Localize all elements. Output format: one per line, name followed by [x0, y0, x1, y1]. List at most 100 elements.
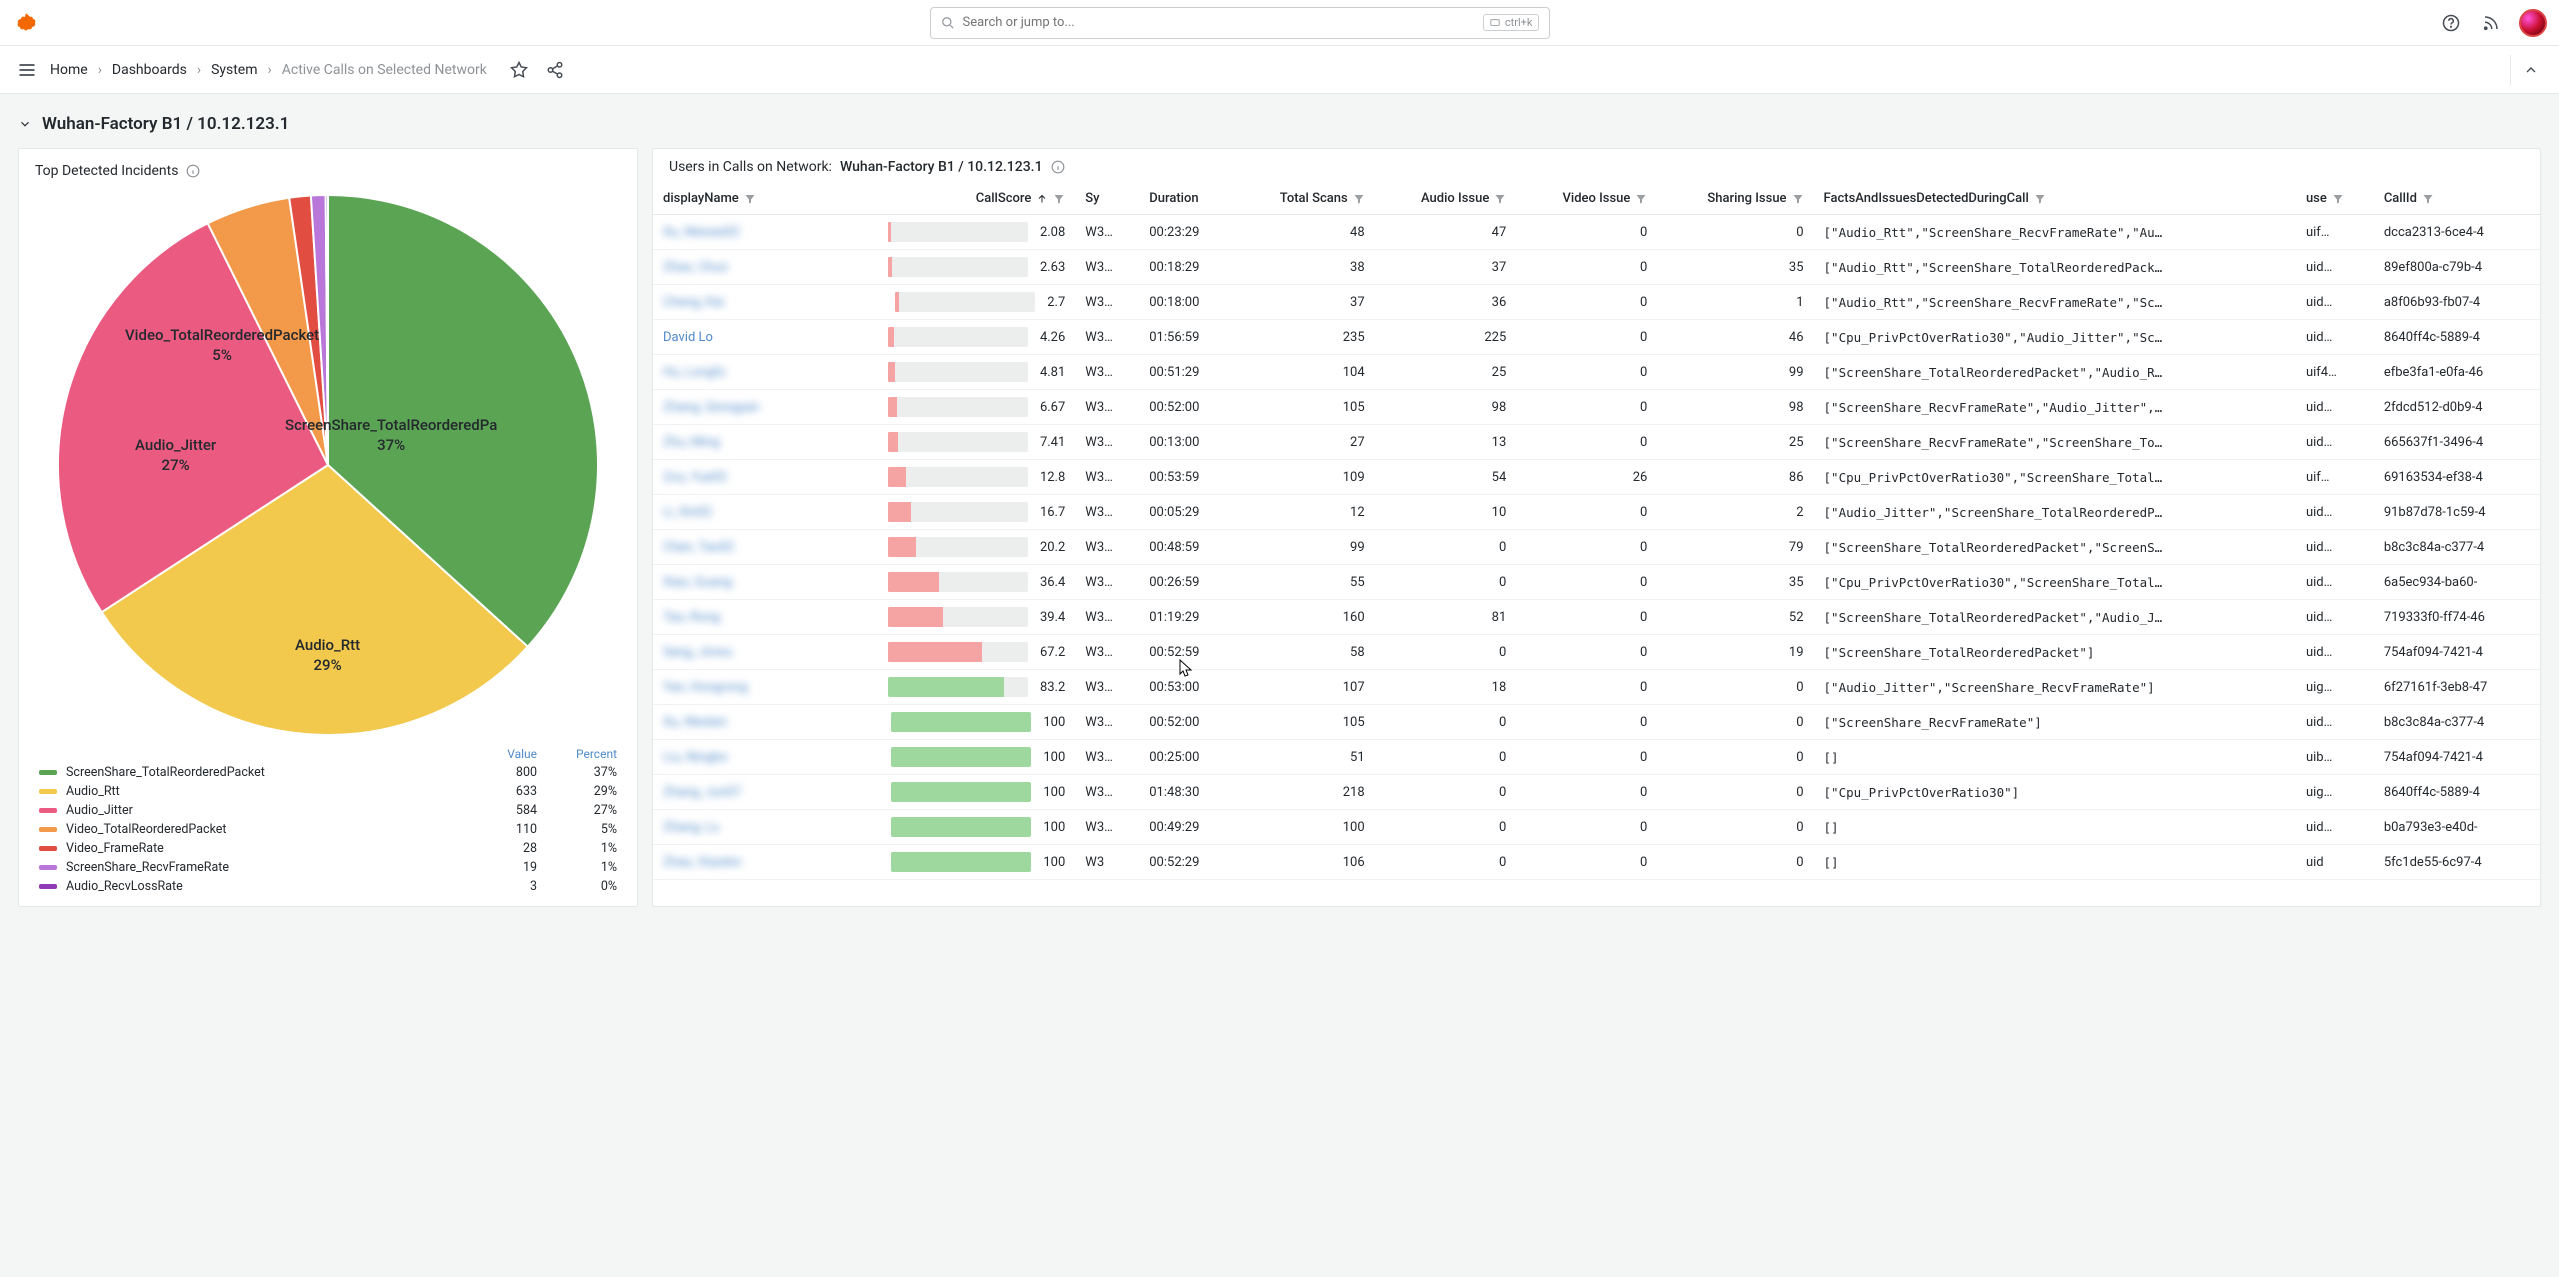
score-bar	[888, 607, 1028, 627]
col-facts[interactable]: FactsAndIssuesDetectedDuringCall	[1814, 183, 2296, 215]
user-avatar[interactable]	[2519, 9, 2547, 37]
user-name[interactable]: Zou, Yue02	[663, 470, 727, 485]
user-name[interactable]: Liu, Ningbo	[663, 750, 728, 765]
chevron-up-icon[interactable]	[2519, 58, 2543, 82]
user-name[interactable]: Xu, Weiwei02	[663, 225, 740, 240]
table-row[interactable]: Zhao, Chun 2.63 W3… 00:18:29 38 37 0 35 …	[653, 250, 2540, 285]
cell-scans: 58	[1234, 635, 1375, 670]
info-icon[interactable]	[1051, 160, 1065, 174]
cell-facts: ["ScreenShare_TotalReorderedPacket","Scr…	[1814, 530, 2296, 565]
cell-scans: 38	[1234, 250, 1375, 285]
cell-callid: b8c3c84a-c377-4	[2374, 705, 2540, 740]
legend-name: Audio_RecvLossRate	[66, 879, 457, 894]
user-name[interactable]: Chen, Tao02	[663, 540, 734, 555]
cell-use: uig…	[2296, 670, 2374, 705]
cell-duration: 01:56:59	[1139, 320, 1233, 355]
dashboard-row-header[interactable]: Wuhan-Factory B1 / 10.12.123.1	[18, 114, 2541, 134]
cell-scans: 104	[1234, 355, 1375, 390]
legend-item[interactable]: ScreenShare_TotalReorderedPacket 800 37%	[35, 763, 621, 782]
legend-item[interactable]: Audio_Jitter 584 27%	[35, 801, 621, 820]
breadcrumb-dashboards[interactable]: Dashboards	[112, 62, 187, 78]
user-name[interactable]: Cheng, Kai	[663, 295, 724, 310]
breadcrumb-home[interactable]: Home	[50, 62, 88, 78]
user-name[interactable]: Xu, Wenbin	[663, 715, 727, 730]
info-icon[interactable]	[186, 164, 200, 178]
legend-name: Video_TotalReorderedPacket	[66, 822, 457, 837]
rss-icon[interactable]	[2479, 11, 2503, 35]
user-name[interactable]: Zhang, Lu	[663, 820, 719, 835]
cell-callid: 5fc1de55-6c97-4	[2374, 845, 2540, 880]
table-row[interactable]: Cheng, Kai 2.7 W3… 00:18:00 37 36 0 1 ["…	[653, 285, 2540, 320]
user-name[interactable]: Sang, Jinwu	[663, 645, 733, 660]
user-name[interactable]: Li, Xin02	[663, 505, 712, 520]
table-row[interactable]: Zhang, Qiongyan 6.67 W3… 00:52:00 105 98…	[653, 390, 2540, 425]
table-row[interactable]: Yan, Hongrong 83.2 W3… 00:53:00 107 18 0…	[653, 670, 2540, 705]
table-row[interactable]: Zou, Yue02 12.8 W3… 00:53:59 109 54 26 8…	[653, 460, 2540, 495]
col-sy[interactable]: Sy	[1075, 183, 1139, 215]
user-name[interactable]: Zhao, Xiaobin	[663, 855, 742, 870]
pie-chart[interactable]: ScreenShare_TotalReorderedPa37% Audio_Rt…	[35, 185, 621, 745]
table-row[interactable]: Zhu, Ming 7.41 W3… 00:13:00 27 13 0 25 […	[653, 425, 2540, 460]
search-input[interactable]	[963, 15, 1475, 30]
panel-title-prefix: Users in Calls on Network:	[669, 159, 832, 175]
table-row[interactable]: Tao, Rong 39.4 W3… 01:19:29 160 81 0 52 …	[653, 600, 2540, 635]
user-name[interactable]: Zhang, Qiongyan	[663, 400, 760, 415]
cell-sharing: 35	[1657, 565, 1813, 600]
cell-use: uid…	[2296, 250, 2374, 285]
col-totalscans[interactable]: Total Scans	[1234, 183, 1375, 215]
col-displayname[interactable]: displayName	[653, 183, 810, 215]
user-name[interactable]: Xiao, Guang	[663, 575, 732, 590]
col-duration[interactable]: Duration	[1139, 183, 1233, 215]
favorite-star-icon[interactable]	[507, 58, 531, 82]
user-name[interactable]: Zhao, Chun	[663, 260, 728, 275]
table-row[interactable]: Sang, Jinwu 67.2 W3… 00:52:59 58 0 0 19 …	[653, 635, 2540, 670]
table-row[interactable]: David Lo 4.26 W3… 01:56:59 235 225 0 46 …	[653, 320, 2540, 355]
legend-item[interactable]: Video_TotalReorderedPacket 110 5%	[35, 820, 621, 839]
user-name[interactable]: Tao, Rong	[663, 610, 720, 625]
col-audio[interactable]: Audio Issue	[1375, 183, 1517, 215]
panel-title-value: Wuhan-Factory B1 / 10.12.123.1	[840, 159, 1043, 175]
share-icon[interactable]	[543, 58, 567, 82]
menu-toggle-icon[interactable]	[16, 58, 38, 82]
table-row[interactable]: Xu, Wenbin 100 W3… 00:52:00 105 0 0 0 ["…	[653, 705, 2540, 740]
table-row[interactable]: Xiao, Guang 36.4 W3… 00:26:59 55 0 0 35 …	[653, 565, 2540, 600]
col-use[interactable]: use	[2296, 183, 2374, 215]
col-video[interactable]: Video Issue	[1516, 183, 1657, 215]
breadcrumb-system[interactable]: System	[211, 62, 257, 78]
cell-sharing: 86	[1657, 460, 1813, 495]
col-sharing[interactable]: Sharing Issue	[1657, 183, 1813, 215]
cell-use: uid…	[2296, 530, 2374, 565]
legend-item[interactable]: Audio_Rtt 633 29%	[35, 782, 621, 801]
legend-item[interactable]: Video_FrameRate 28 1%	[35, 839, 621, 858]
table-row[interactable]: Liu, Ningbo 100 W3… 00:25:00 51 0 0 0 []…	[653, 740, 2540, 775]
col-callscore[interactable]: CallScore	[810, 183, 1075, 215]
legend-item[interactable]: Audio_RecvLossRate 3 0%	[35, 877, 621, 896]
grafana-logo[interactable]	[12, 9, 40, 37]
table-row[interactable]: Zhang, Lu 100 W3… 00:49:29 100 0 0 0 [] …	[653, 810, 2540, 845]
cell-audio: 18	[1375, 670, 1517, 705]
cell-duration: 00:25:00	[1139, 740, 1233, 775]
global-search[interactable]: ctrl+k	[930, 7, 1550, 39]
cell-audio: 0	[1375, 810, 1517, 845]
help-icon[interactable]	[2439, 11, 2463, 35]
cell-audio: 47	[1375, 215, 1517, 250]
user-name[interactable]: Hu, Longfu	[663, 365, 726, 380]
cell-facts: ["ScreenShare_TotalReorderedPacket","Aud…	[1814, 355, 2296, 390]
user-name[interactable]: Yan, Hongrong	[663, 680, 748, 695]
table-row[interactable]: Zhang, Jun07 100 W3… 01:48:30 218 0 0 0 …	[653, 775, 2540, 810]
table-row[interactable]: Li, Xin02 16.7 W3… 00:05:29 12 10 0 2 ["…	[653, 495, 2540, 530]
cell-scans: 106	[1234, 845, 1375, 880]
table-row[interactable]: Zhao, Xiaobin 100 W3 00:52:29 106 0 0 0 …	[653, 845, 2540, 880]
table-row[interactable]: Chen, Tao02 20.2 W3… 00:48:59 99 0 0 79 …	[653, 530, 2540, 565]
col-callid[interactable]: CallId	[2374, 183, 2540, 215]
user-name[interactable]: Zhang, Jun07	[663, 785, 741, 800]
table-row[interactable]: Hu, Longfu 4.81 W3… 00:51:29 104 25 0 99…	[653, 355, 2540, 390]
user-name[interactable]: Zhu, Ming	[663, 435, 720, 450]
score-bar	[891, 712, 1031, 732]
table-row[interactable]: Xu, Weiwei02 2.08 W3… 00:23:29 48 47 0 0…	[653, 215, 2540, 250]
legend-item[interactable]: ScreenShare_RecvFrameRate 19 1%	[35, 858, 621, 877]
score-value: 39.4	[1040, 610, 1065, 625]
filter-icon	[2332, 193, 2344, 205]
user-name[interactable]: David Lo	[663, 330, 713, 345]
legend-swatch	[39, 770, 57, 775]
